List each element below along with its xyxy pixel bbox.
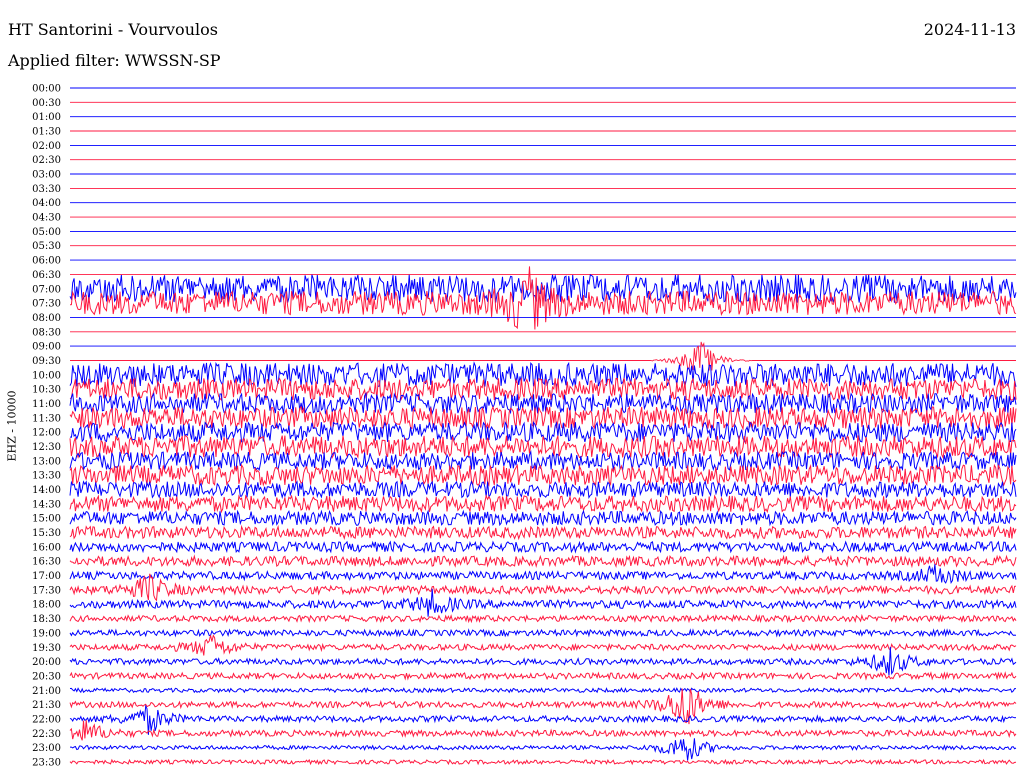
time-tick-1000: 10:00: [32, 370, 61, 381]
time-tick-0030: 00:30: [32, 98, 61, 109]
time-tick-0130: 01:30: [32, 127, 61, 138]
time-tick-0230: 02:30: [32, 155, 61, 166]
time-tick-1200: 12:00: [32, 428, 61, 439]
time-tick-1130: 11:30: [32, 413, 61, 424]
time-tick-0630: 06:30: [32, 270, 61, 281]
trace-2100: [69, 687, 1016, 694]
time-tick-1300: 13:00: [32, 456, 61, 467]
trace-0730: [69, 266, 1017, 330]
time-tick-0900: 09:00: [32, 342, 61, 353]
trace-1400: [69, 480, 1017, 500]
trace-2030: [69, 671, 1017, 681]
time-tick-1330: 13:30: [32, 471, 61, 482]
time-tick-1700: 17:00: [32, 571, 61, 582]
time-tick-1500: 15:00: [32, 514, 61, 525]
trace-1530: [69, 524, 1017, 541]
trace-1600: [69, 540, 1017, 554]
time-tick-2200: 22:00: [32, 714, 61, 725]
trace-2200: [69, 704, 1017, 735]
time-tick-0430: 04:30: [32, 213, 61, 224]
trace-1830: [69, 613, 1017, 624]
time-tick-0830: 08:30: [32, 327, 61, 338]
time-tick-1430: 14:30: [32, 499, 61, 510]
time-tick-0530: 05:30: [32, 241, 61, 252]
trace-1930: [69, 634, 1017, 656]
time-tick-2030: 20:30: [32, 671, 61, 682]
time-tick-labels: 00:00 00:30 01:00 01:30 02:00 02:30 03:00 03:30…: [32, 84, 61, 769]
time-tick-1600: 16:00: [32, 542, 61, 553]
time-tick-1800: 18:00: [32, 600, 61, 611]
trace-lines: [69, 87, 1017, 766]
time-tick-2100: 21:00: [32, 686, 61, 697]
time-tick-0100: 01:00: [32, 112, 61, 123]
trace-1900: [69, 628, 1017, 638]
time-tick-0000: 00:00: [32, 84, 61, 95]
time-tick-1630: 16:30: [32, 557, 61, 568]
time-tick-0200: 02:00: [32, 141, 61, 152]
time-tick-1100: 11:00: [32, 399, 61, 410]
time-tick-1900: 19:00: [32, 628, 61, 639]
time-tick-2300: 23:00: [32, 743, 61, 754]
time-tick-1400: 14:00: [32, 485, 61, 496]
helicorder-plot: 00:00 00:30 01:00 01:30 02:00 02:30 03:00 03:30…: [32, 84, 1017, 769]
time-tick-1730: 17:30: [32, 585, 61, 596]
time-tick-2000: 20:00: [32, 657, 61, 668]
time-tick-1230: 12:30: [32, 442, 61, 453]
time-tick-1530: 15:30: [32, 528, 61, 539]
time-tick-0730: 07:30: [32, 299, 61, 310]
time-tick-1930: 19:30: [32, 643, 61, 654]
trace-2330: [69, 758, 1017, 766]
trace-1500: [69, 509, 1017, 527]
time-tick-0600: 06:00: [32, 256, 61, 267]
time-tick-2330: 23:30: [32, 757, 61, 768]
trace-2230: [69, 720, 1017, 741]
trace-1230: [69, 435, 1017, 460]
time-tick-2130: 21:30: [32, 700, 61, 711]
trace-1430: [69, 494, 1017, 514]
time-tick-0300: 03:00: [32, 170, 61, 181]
time-tick-0500: 05:00: [32, 227, 61, 238]
time-tick-1830: 18:30: [32, 614, 61, 625]
time-tick-0330: 03:30: [32, 184, 61, 195]
trace-1000: [69, 361, 1017, 388]
trace-2300: [70, 738, 1017, 761]
trace-1630: [69, 554, 1017, 569]
time-tick-1030: 10:30: [32, 385, 61, 396]
time-tick-0400: 04:00: [32, 198, 61, 209]
trace-1330: [69, 463, 1017, 487]
time-tick-0700: 07:00: [32, 284, 61, 295]
time-tick-0930: 09:30: [32, 356, 61, 367]
time-tick-2230: 22:30: [32, 729, 61, 740]
time-tick-0800: 08:00: [32, 313, 61, 324]
trace-2000: [69, 646, 1017, 676]
